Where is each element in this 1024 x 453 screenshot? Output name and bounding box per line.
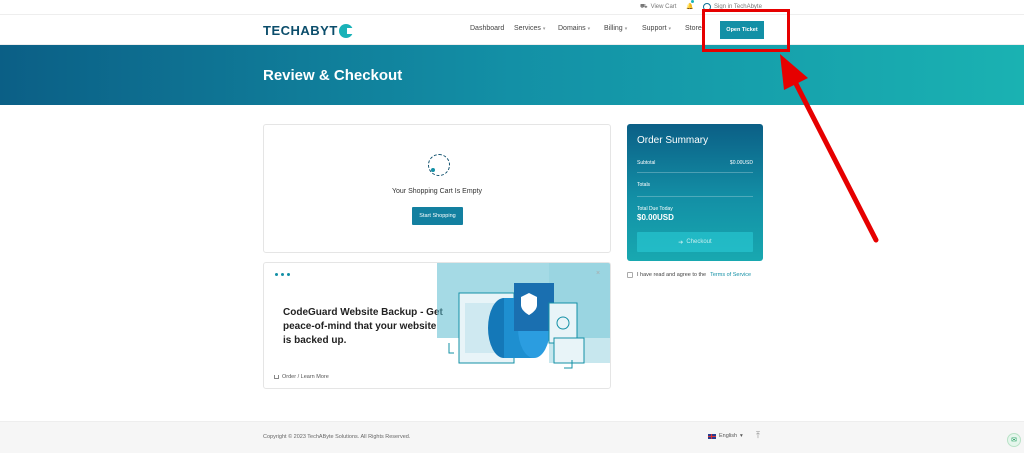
total-due-amount: $0.00USD xyxy=(637,213,674,222)
divider xyxy=(637,172,753,173)
nav-label: Billing xyxy=(604,25,623,32)
codeguard-promo-panel: CodeGuard Website Backup - Get peace-of-… xyxy=(263,262,611,389)
nav-label: Store xyxy=(685,25,702,32)
bell-icon[interactable]: 🔔 xyxy=(686,3,693,10)
logo-text: TECHABYT xyxy=(263,23,338,38)
nav-dashboard[interactable]: Dashboard xyxy=(470,25,504,32)
nav-support[interactable]: Support ▾ xyxy=(642,25,671,32)
page-footer: Copyright © 2023 TechAByte Solutions. Al… xyxy=(0,422,1024,453)
view-cart-label: View Cart xyxy=(650,4,677,10)
chat-widget-icon[interactable]: ✉ xyxy=(1007,433,1021,447)
logo-mark-icon xyxy=(338,23,354,38)
totals-label: Totals xyxy=(637,182,651,188)
notification-dot xyxy=(691,0,694,3)
subtotal-value: $0.00USD xyxy=(729,160,753,166)
nav-billing[interactable]: Billing ▾ xyxy=(604,25,627,32)
codeguard-illustration xyxy=(437,263,610,369)
subtotal-row: Subtotal $0.00USD xyxy=(637,160,753,166)
start-shopping-button[interactable]: Start Shopping xyxy=(412,207,463,225)
copyright-text: Copyright © 2023 TechAByte Solutions. Al… xyxy=(263,434,411,440)
checkout-label: Checkout xyxy=(686,239,712,245)
order-learn-more-label: Order / Learn More xyxy=(282,374,329,380)
main-header: TECHABYT Dashboard Services ▾ Domains ▾ … xyxy=(0,15,1024,45)
nav-label: Services xyxy=(514,25,541,32)
annotation-arrow xyxy=(780,54,879,243)
order-summary-panel: Order Summary Subtotal $0.00USD Totals T… xyxy=(627,124,763,261)
checkout-button[interactable]: ➔ Checkout xyxy=(637,232,753,252)
chevron-down-icon: ▾ xyxy=(542,25,546,32)
nav-store[interactable]: Store xyxy=(685,25,702,32)
total-due-label: Total Due Today xyxy=(637,206,673,212)
arrow-right-icon: ➔ xyxy=(678,239,684,246)
techabyte-logo[interactable]: TECHABYT xyxy=(263,23,354,38)
promo-dots-icon xyxy=(275,273,290,276)
nav-label: Dashboard xyxy=(470,25,505,32)
nav-services[interactable]: Services ▾ xyxy=(514,25,545,32)
back-to-top-icon[interactable]: ⤒ xyxy=(756,430,760,441)
view-cart-link[interactable]: ⛟ View Cart xyxy=(640,3,676,11)
page-title: Review & Checkout xyxy=(263,67,403,84)
close-icon[interactable]: × xyxy=(596,270,600,277)
spinner-dot xyxy=(431,168,435,172)
order-summary-title: Order Summary xyxy=(637,135,709,146)
nav-label: Support xyxy=(642,25,667,32)
annotation-highlight-box xyxy=(702,9,790,52)
top-utility-bar: ⛟ View Cart 🔔 Sign in TechAbyte xyxy=(0,0,1024,15)
loading-spinner-icon xyxy=(428,154,450,176)
terms-of-service-link[interactable]: Terms of Service xyxy=(710,272,751,278)
terms-agreement: I have read and agree to the Terms of Se… xyxy=(627,272,751,278)
chevron-down-icon: ▾ xyxy=(624,25,628,32)
promo-title: CodeGuard Website Backup - Get peace-of-… xyxy=(283,307,443,346)
nav-label: Domains xyxy=(558,25,586,32)
terms-text: I have read and agree to the xyxy=(637,272,707,278)
chevron-down-icon: ▾ xyxy=(740,433,743,439)
uk-flag-icon xyxy=(708,433,716,439)
cart-icon: ⛟ xyxy=(640,4,648,10)
totals-row: Totals xyxy=(637,182,753,188)
order-learn-more-link[interactable]: Order / Learn More xyxy=(274,374,329,380)
subtotal-label: Subtotal xyxy=(637,160,656,166)
chevron-down-icon: ▾ xyxy=(668,25,672,32)
shopping-cart-panel: Your Shopping Cart Is Empty Start Shoppi… xyxy=(263,124,611,253)
chevron-down-icon: ▾ xyxy=(587,25,591,32)
cart-icon xyxy=(274,375,279,379)
empty-cart-message: Your Shopping Cart Is Empty xyxy=(391,188,482,195)
footer-language-label: English xyxy=(719,433,738,439)
terms-checkbox[interactable] xyxy=(627,272,633,278)
nav-domains[interactable]: Domains ▾ xyxy=(558,25,590,32)
footer-language-selector[interactable]: English ▾ xyxy=(708,433,743,439)
divider xyxy=(637,196,753,197)
